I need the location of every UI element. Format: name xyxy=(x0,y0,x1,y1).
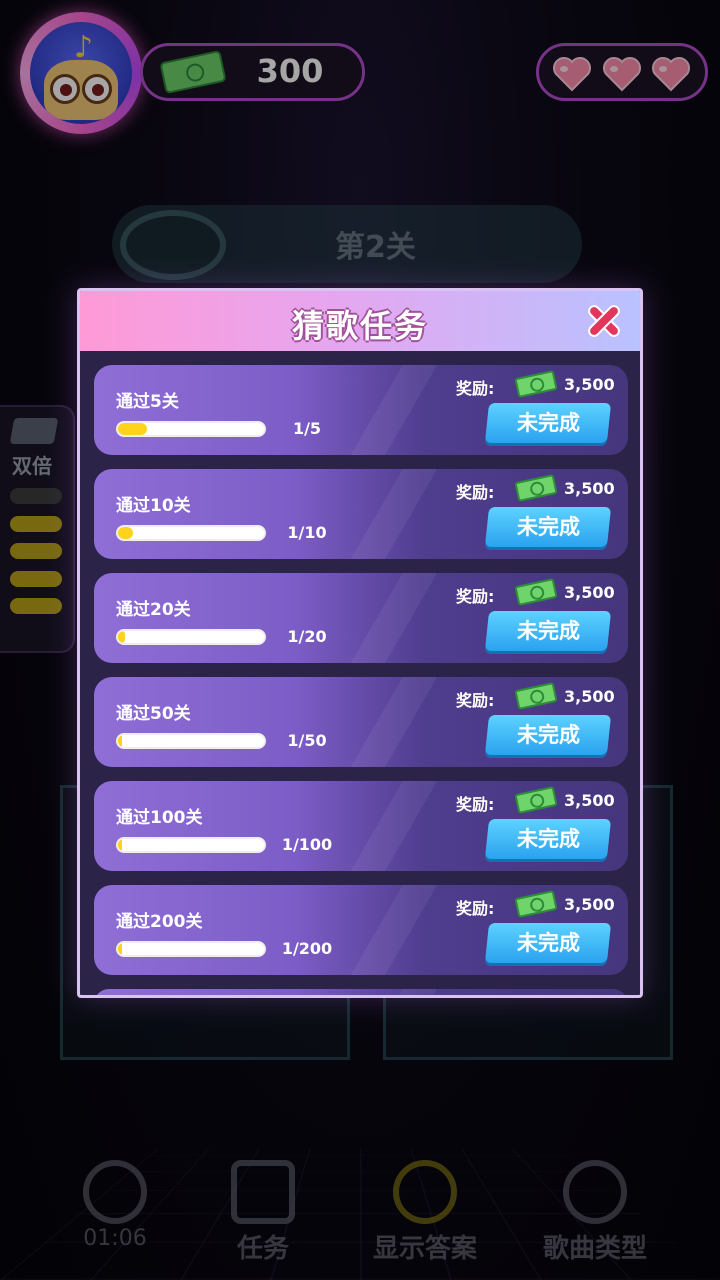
modal-header: 猜歌任务 xyxy=(80,291,640,351)
cash-icon xyxy=(514,474,558,502)
task-status-label: 未完成 xyxy=(516,515,580,539)
progress-text: 1/100 xyxy=(281,835,333,854)
reward-value: 3,500 xyxy=(564,791,615,810)
progress-fill xyxy=(118,735,123,747)
modal-title: 猜歌任务 xyxy=(291,307,428,345)
progress-fill xyxy=(118,527,133,539)
progress-text: 1/20 xyxy=(287,627,327,646)
progress-bar xyxy=(116,941,266,957)
task-card: 通过200关 1/200 奖励: 3,500 未完成 xyxy=(94,885,628,975)
task-status-label: 未完成 xyxy=(516,619,580,643)
task-name: 通过5关 xyxy=(116,392,179,412)
task-status-button[interactable]: 未完成 xyxy=(484,611,612,651)
progress-fill xyxy=(118,943,123,955)
reward-label: 奖励: xyxy=(456,899,495,918)
task-card: 通过10关 1/10 奖励: 3,500 未完成 xyxy=(94,469,628,559)
cash-icon xyxy=(514,890,558,918)
task-status-button[interactable]: 未完成 xyxy=(484,819,612,859)
cash-icon xyxy=(514,786,558,814)
task-list[interactable]: 通过5关 1/5 奖励: 3,500 未完成 通过10关 1/10 奖励: 3,… xyxy=(94,365,628,995)
task-name: 通过20关 xyxy=(116,600,191,620)
progress-text: 1/200 xyxy=(281,939,333,958)
task-status-button[interactable]: 未完成 xyxy=(484,923,612,963)
reward-label: 奖励: xyxy=(456,691,495,710)
reward-value: 3,500 xyxy=(564,583,615,602)
progress-bar xyxy=(116,421,266,437)
progress-bar xyxy=(116,629,266,645)
task-name: 通过10关 xyxy=(116,496,191,516)
progress-text: 1/5 xyxy=(292,419,322,438)
reward-label: 奖励: xyxy=(456,379,495,398)
task-modal: 猜歌任务 通过5关 1/5 奖励: 3,500 未完成 通过10关 1/10 奖… xyxy=(77,288,643,998)
reward-value: 3,500 xyxy=(564,687,615,706)
task-status-label: 未完成 xyxy=(516,411,580,435)
reward-value: 3,500 xyxy=(564,479,615,498)
task-status-label: 未完成 xyxy=(516,723,580,747)
task-name: 通过100关 xyxy=(116,808,203,828)
progress-text: 1/10 xyxy=(287,523,327,542)
cash-icon xyxy=(514,578,558,606)
task-card xyxy=(94,989,628,995)
task-name: 通过200关 xyxy=(116,912,203,932)
task-status-button[interactable]: 未完成 xyxy=(484,507,612,547)
task-card: 通过5关 1/5 奖励: 3,500 未完成 xyxy=(94,365,628,455)
progress-bar xyxy=(116,733,266,749)
reward-value: 3,500 xyxy=(564,375,615,394)
progress-bar xyxy=(116,525,266,541)
reward-label: 奖励: xyxy=(456,587,495,606)
task-name: 通过50关 xyxy=(116,704,191,724)
progress-bar xyxy=(116,837,266,853)
close-icon[interactable] xyxy=(584,301,624,341)
reward-value: 3,500 xyxy=(564,895,615,914)
reward-label: 奖励: xyxy=(456,795,495,814)
task-card: 通过100关 1/100 奖励: 3,500 未完成 xyxy=(94,781,628,871)
task-card: 通过50关 1/50 奖励: 3,500 未完成 xyxy=(94,677,628,767)
progress-fill xyxy=(118,631,126,643)
cash-icon xyxy=(514,370,558,398)
task-status-button[interactable]: 未完成 xyxy=(484,403,612,443)
cash-icon xyxy=(514,682,558,710)
progress-text: 1/50 xyxy=(287,731,327,750)
progress-fill xyxy=(118,423,148,435)
reward-label: 奖励: xyxy=(456,483,495,502)
task-status-button[interactable]: 未完成 xyxy=(484,715,612,755)
task-status-label: 未完成 xyxy=(516,931,580,955)
task-status-label: 未完成 xyxy=(516,827,580,851)
progress-fill xyxy=(118,839,123,851)
task-card: 通过20关 1/20 奖励: 3,500 未完成 xyxy=(94,573,628,663)
